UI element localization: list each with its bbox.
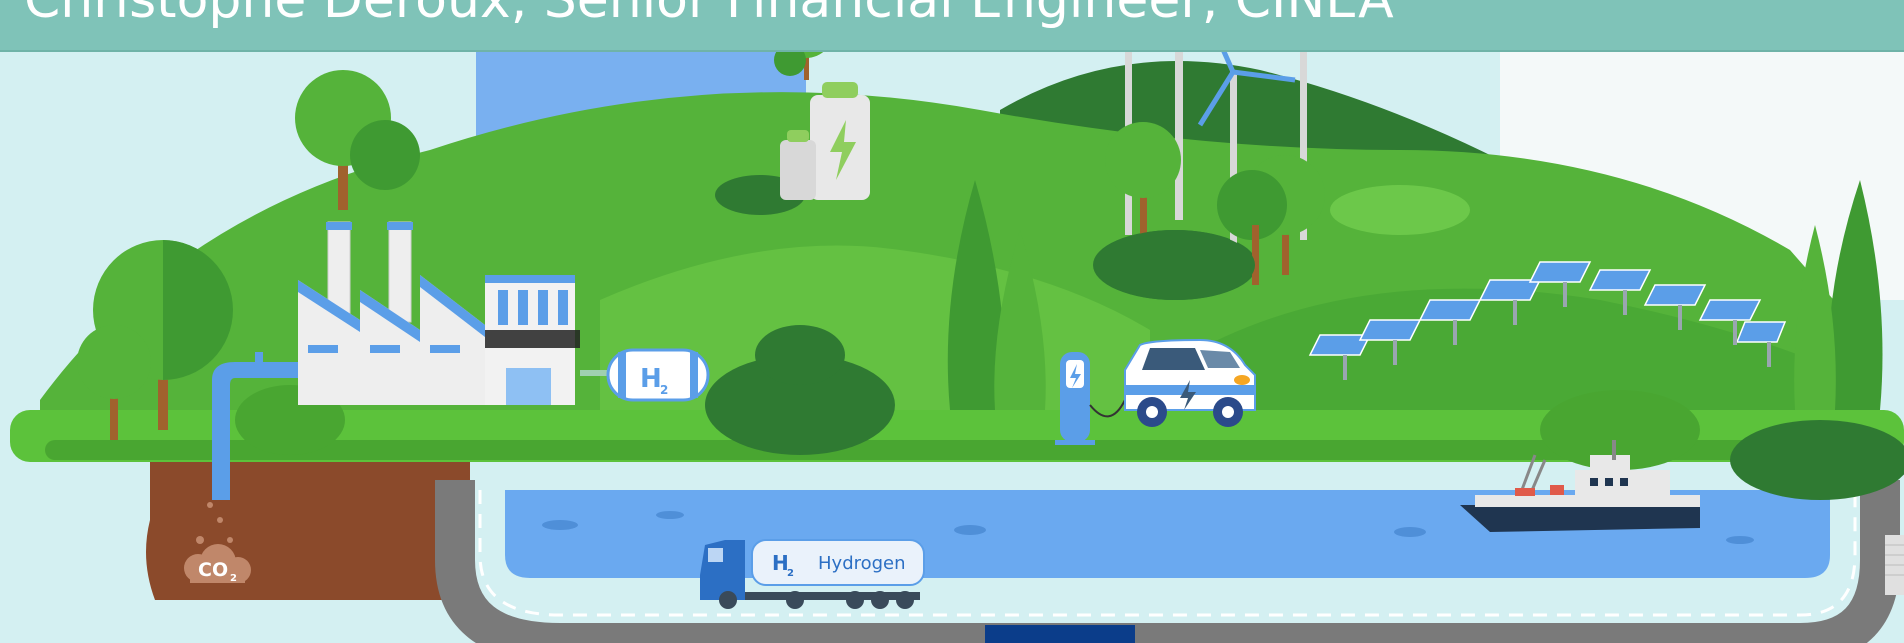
bush bbox=[1330, 185, 1470, 235]
co2-label: CO bbox=[198, 559, 228, 581]
page-title: Christophe Deroux, Senior Financial Engi… bbox=[24, 0, 1394, 30]
tank-sub-label: 2 bbox=[660, 383, 668, 397]
truck-sub-label: 2 bbox=[787, 568, 794, 579]
illustration: H 2 CO 2 H 2 Hydrogen bbox=[0, 0, 1904, 643]
edge-structure bbox=[1885, 535, 1904, 595]
truck-word-label: Hydrogen bbox=[818, 553, 906, 574]
bush bbox=[1730, 420, 1904, 500]
co2-sub-label: 2 bbox=[230, 573, 237, 584]
title-bar: Christophe Deroux, Senior Financial Engi… bbox=[0, 0, 1904, 52]
hydrogen-truck: H 2 Hydrogen bbox=[700, 539, 925, 609]
tank-h-label: H bbox=[640, 364, 662, 394]
bottom-blue-block bbox=[985, 625, 1135, 643]
